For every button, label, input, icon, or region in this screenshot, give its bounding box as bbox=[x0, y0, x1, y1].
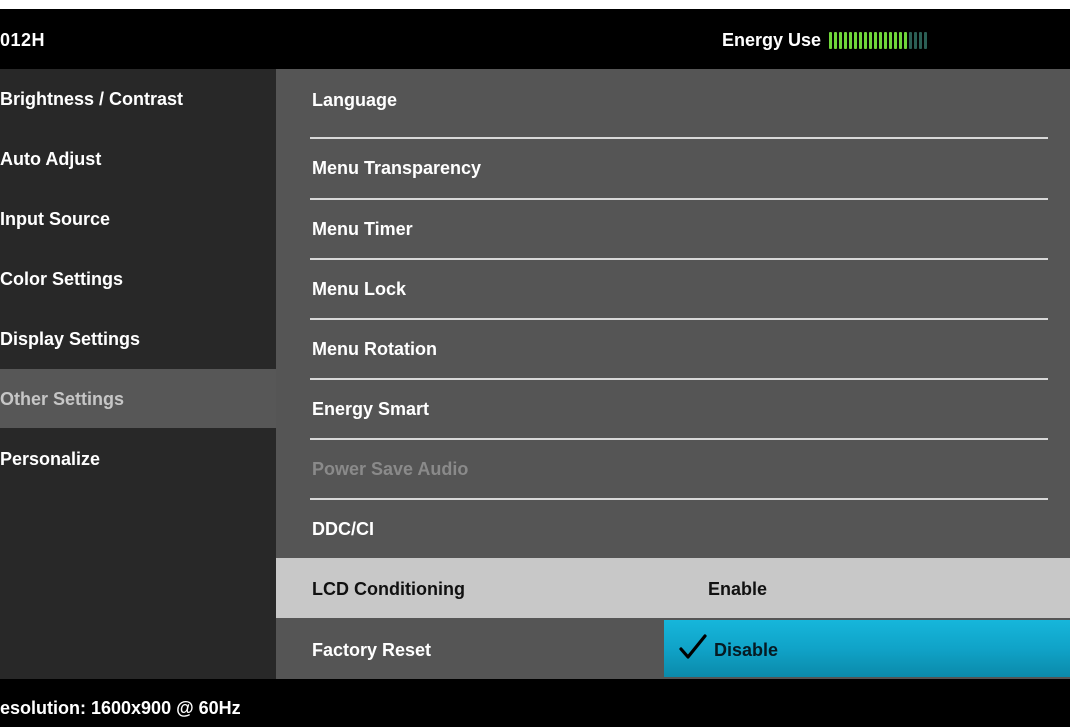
energy-meter-segment bbox=[869, 31, 873, 49]
energy-meter-segment bbox=[914, 31, 918, 49]
energy-meter-segment bbox=[894, 31, 898, 49]
energy-meter-segment bbox=[834, 31, 838, 49]
menu-item-other-settings[interactable]: Other Settings bbox=[0, 369, 276, 428]
footer-bar: esolution: 1600x900 @ 60Hz bbox=[0, 679, 1070, 727]
energy-use-label: Energy Use bbox=[722, 30, 822, 50]
menu-item-label: Auto Adjust bbox=[0, 149, 102, 169]
energy-meter-segment bbox=[829, 31, 833, 49]
menu-item-label: Brightness / Contrast bbox=[0, 89, 184, 109]
energy-meter-segment bbox=[874, 31, 878, 49]
submenu-item-menu-transparency[interactable]: Menu Transparency bbox=[276, 137, 1070, 197]
submenu-item-power-save-audio: Power Save Audio bbox=[276, 438, 1070, 498]
energy-use-indicator: Energy Use bbox=[722, 30, 929, 51]
menu-item-display-settings[interactable]: Display Settings bbox=[0, 309, 276, 368]
submenu-item-menu-rotation[interactable]: Menu Rotation bbox=[276, 318, 1070, 378]
option-enable[interactable]: Enable bbox=[708, 579, 767, 600]
energy-meter-segment bbox=[889, 31, 893, 49]
option-disable-label: Disable bbox=[714, 640, 779, 660]
menu-item-label: Display Settings bbox=[0, 329, 141, 349]
energy-meter-segment bbox=[859, 31, 863, 49]
energy-meter-segment bbox=[924, 31, 928, 49]
submenu-item-menu-timer[interactable]: Menu Timer bbox=[276, 198, 1070, 258]
resolution-readout: esolution: 1600x900 @ 60Hz bbox=[0, 698, 241, 718]
submenu-item-label: Menu Rotation bbox=[312, 339, 437, 359]
submenu-item-label: LCD Conditioning bbox=[312, 579, 465, 599]
energy-meter-segment bbox=[904, 31, 908, 49]
model-name: 012H bbox=[0, 30, 46, 50]
menu-item-label: Color Settings bbox=[0, 269, 124, 289]
osd-menu: 012H Energy Use Brightness / Contrast Au… bbox=[0, 9, 1070, 727]
energy-meter-segment bbox=[839, 31, 843, 49]
checkmark-icon bbox=[679, 634, 707, 659]
submenu-item-label: Menu Timer bbox=[312, 219, 413, 239]
energy-meter-segment bbox=[864, 31, 868, 49]
menu-item-personalize[interactable]: Personalize bbox=[0, 429, 276, 488]
submenu-item-factory-reset[interactable]: Factory Reset Disable bbox=[276, 619, 1070, 679]
submenu-item-label: Energy Smart bbox=[312, 399, 430, 419]
submenu-other-settings: Language Menu Transparency Menu Timer Me… bbox=[276, 69, 1070, 679]
submenu-item-label: DDC/CI bbox=[312, 519, 374, 539]
submenu-item-menu-lock[interactable]: Menu Lock bbox=[276, 258, 1070, 318]
menu-item-auto-adjust[interactable]: Auto Adjust bbox=[0, 129, 276, 188]
submenu-item-lcd-conditioning[interactable]: LCD Conditioning Enable bbox=[276, 558, 1070, 618]
option-disable-selected[interactable]: Disable bbox=[664, 620, 1070, 677]
menu-item-color-settings[interactable]: Color Settings bbox=[0, 249, 276, 308]
menu-item-input-source[interactable]: Input Source bbox=[0, 189, 276, 248]
energy-meter bbox=[829, 31, 929, 50]
submenu-item-label: Language bbox=[312, 90, 398, 110]
submenu-item-label: Power Save Audio bbox=[312, 459, 469, 479]
energy-meter-segment bbox=[879, 31, 883, 49]
energy-meter-segment bbox=[919, 31, 923, 49]
energy-meter-segment bbox=[899, 31, 903, 49]
energy-meter-segment bbox=[844, 31, 848, 49]
energy-meter-segment bbox=[849, 31, 853, 49]
energy-meter-segment bbox=[909, 31, 913, 49]
submenu-item-label: Factory Reset bbox=[312, 640, 432, 660]
header-bar: 012H Energy Use bbox=[0, 9, 1070, 69]
menu-item-label: Input Source bbox=[0, 209, 111, 229]
menu-item-brightness-contrast[interactable]: Brightness / Contrast bbox=[0, 69, 276, 128]
submenu-item-label: Menu Transparency bbox=[312, 158, 482, 178]
energy-meter-segment bbox=[884, 31, 888, 49]
menu-item-label: Personalize bbox=[0, 449, 101, 469]
energy-meter-segment bbox=[854, 31, 858, 49]
main-menu: Brightness / Contrast Auto Adjust Input … bbox=[0, 69, 276, 679]
submenu-item-ddc-ci[interactable]: DDC/CI bbox=[276, 498, 1070, 558]
submenu-item-language[interactable]: Language bbox=[276, 69, 1070, 129]
menu-item-label: Other Settings bbox=[0, 389, 125, 409]
submenu-item-energy-smart[interactable]: Energy Smart bbox=[276, 378, 1070, 438]
submenu-item-label: Menu Lock bbox=[312, 279, 407, 299]
